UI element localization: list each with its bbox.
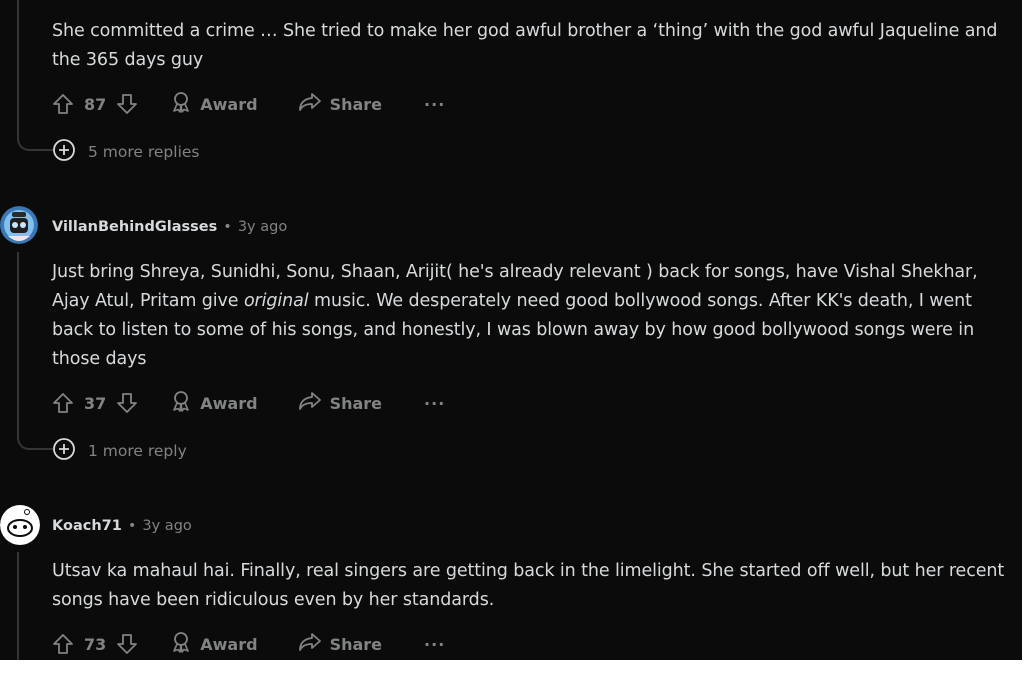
share-label: Share [329,634,383,654]
downvote-icon[interactable] [116,93,138,115]
thread-line[interactable] [17,552,19,660]
more-options-button[interactable]: ··· [424,95,445,114]
upvote-icon[interactable] [52,392,74,414]
upvote-icon[interactable] [52,93,74,115]
thread-line[interactable] [17,252,19,438]
share-icon [298,390,322,416]
more-replies-label[interactable]: 5 more replies [88,143,200,161]
avatar[interactable] [0,206,38,244]
thread-elbow [17,436,53,450]
expand-plus-icon[interactable] [52,437,76,465]
comment-actions: 87 Award Share ··· [52,89,445,119]
award-label: Award [200,94,258,114]
downvote-icon[interactable] [116,633,138,655]
award-button[interactable]: Award [170,91,258,117]
more-options-button[interactable]: ··· [424,394,445,413]
robot-avatar-icon [0,206,38,244]
share-button[interactable]: Share [298,91,382,117]
comment-body: She committed a crime … She tried to mak… [52,21,998,70]
award-icon [170,631,192,657]
expand-plus-icon[interactable] [52,138,76,166]
vote-count: 73 [84,634,107,654]
avatar[interactable] [0,504,40,546]
award-label: Award [200,393,258,413]
separator-dot: • [223,219,232,235]
author-name[interactable]: Koach71 [52,518,122,534]
comment-body: Just bring Shreya, Sunidhi, Sonu, Shaan,… [52,258,1012,374]
body-text-italic: original [243,291,309,311]
share-label: Share [329,94,383,114]
share-label: Share [329,393,383,413]
vote-count: 87 [84,94,107,114]
share-button[interactable]: Share [298,631,382,657]
upvote-icon[interactable] [52,633,74,655]
award-label: Award [200,634,258,654]
author-name[interactable]: VillanBehindGlasses [52,219,217,235]
share-button[interactable]: Share [298,390,382,416]
snoo-avatar-icon [0,505,40,545]
more-replies-label[interactable]: 1 more reply [88,442,187,460]
more-options-button[interactable]: ··· [424,635,445,654]
award-icon [170,91,192,117]
comment-actions: 73 Award Share ··· [52,629,445,659]
vote-count: 37 [84,393,107,413]
share-icon [298,91,322,117]
share-icon [298,631,322,657]
separator-dot: • [127,518,137,534]
comment-actions: 37 Award Share ··· [52,388,445,418]
award-icon [170,390,192,416]
comment-header: Koach71 • 3y ago [52,514,192,538]
comment-age[interactable]: 3y ago [142,518,191,534]
comment-age[interactable]: 3y ago [238,219,287,235]
award-button[interactable]: Award [170,390,258,416]
more-replies-link[interactable]: 1 more reply [52,438,187,464]
thread-elbow [17,137,53,151]
comment-body: Utsav ka mahaul hai. Finally, real singe… [52,561,1005,610]
downvote-icon[interactable] [116,392,138,414]
thread-line[interactable] [17,0,19,138]
comment-header: VillanBehindGlasses • 3y ago [52,215,287,239]
award-button[interactable]: Award [170,631,258,657]
comments-panel: She committed a crime … She tried to mak… [0,0,1024,660]
more-replies-link[interactable]: 5 more replies [52,139,200,165]
